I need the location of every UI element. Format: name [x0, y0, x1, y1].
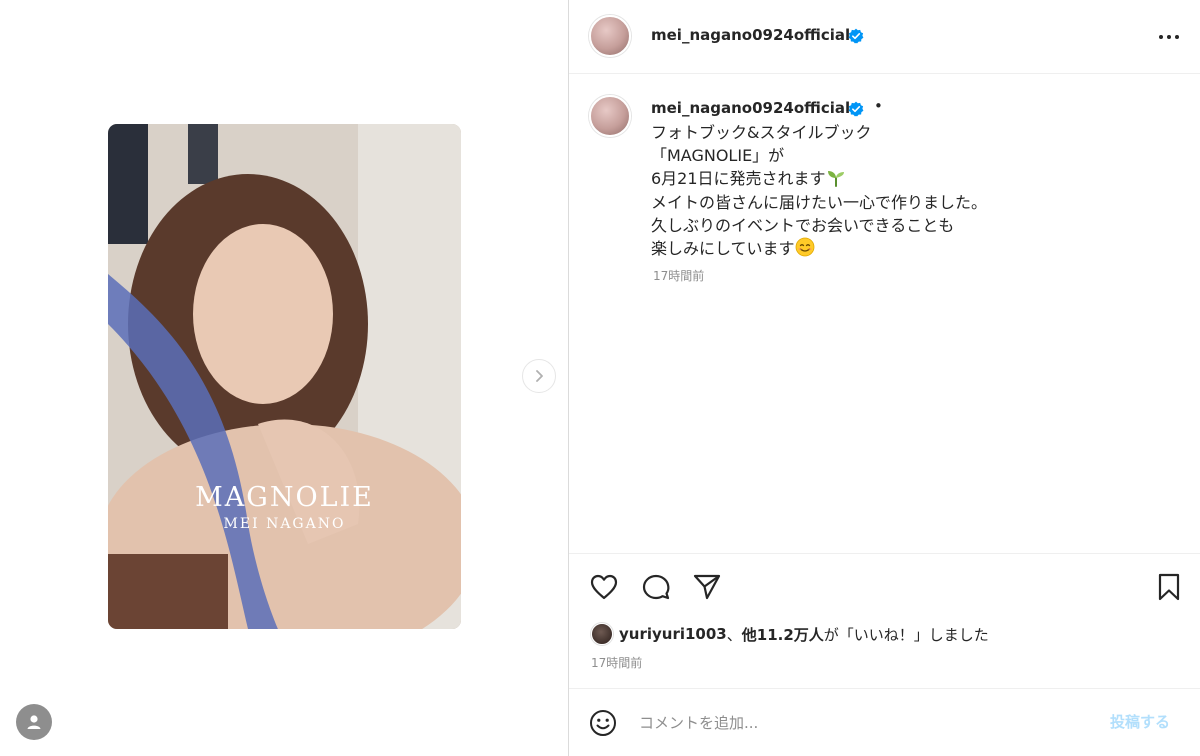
- more-options-button[interactable]: [1154, 22, 1184, 52]
- likes-summary: yuriyuri1003 、 他11.2万人 が「いいね！」しました: [591, 622, 989, 646]
- likes-count-link[interactable]: 他11.2万人: [742, 624, 824, 645]
- liker-avatar[interactable]: [591, 623, 613, 645]
- chevron-right-icon: [536, 370, 543, 382]
- likes-suffix: が「いいね！」しました: [823, 625, 989, 644]
- post-header: mei_nagano0924official: [569, 0, 1200, 74]
- like-button[interactable]: [588, 571, 620, 603]
- profile-button[interactable]: [16, 704, 52, 740]
- cover-title: MAGNOLIE: [195, 482, 374, 513]
- comment-icon: [642, 574, 670, 600]
- liker-username[interactable]: yuriyuri1003: [619, 625, 727, 643]
- action-bar: [569, 555, 1200, 615]
- verified-badge-icon: [848, 101, 864, 117]
- bookmark-icon: [1158, 573, 1180, 601]
- emoji-picker-button[interactable]: [587, 707, 619, 739]
- seedling-emoji-icon: [827, 171, 844, 188]
- comment-input[interactable]: [639, 709, 1059, 737]
- likes-separator: 、: [726, 625, 742, 644]
- smiling-face-emoji-icon: [795, 237, 814, 257]
- author-avatar[interactable]: [589, 15, 631, 57]
- caption-separator: •: [874, 97, 883, 115]
- media-pane: MAGNOLIE MEI NAGANO: [0, 0, 568, 756]
- cover-photo-art: [108, 124, 461, 629]
- post-timestamp[interactable]: 17時間前: [591, 654, 642, 671]
- paper-plane-icon: [693, 574, 721, 600]
- cover-subtitle: MEI NAGANO: [223, 516, 346, 532]
- caption-author-avatar[interactable]: [589, 95, 631, 137]
- caption-line-text: 6月21日に発売されます: [651, 169, 826, 189]
- caption-text: フォトブック&スタイルブック 「MAGNOLIE」が 6月21日に発売されます …: [651, 121, 1151, 260]
- heart-icon: [590, 574, 618, 600]
- comment-bar: 投稿する: [569, 688, 1200, 756]
- caption-line: 楽しみにしています: [651, 237, 1151, 260]
- caption-line: 6月21日に発売されます: [651, 167, 1151, 190]
- caption-line: メイトの皆さんに届けたい一心で作りました。: [651, 192, 988, 212]
- save-button[interactable]: [1153, 571, 1185, 603]
- caption-line: 久しぶりのイベントでお会いできることも: [651, 215, 955, 235]
- caption-username[interactable]: mei_nagano0924official: [651, 99, 850, 117]
- comment-button[interactable]: [640, 571, 672, 603]
- post-side-pane: mei_nagano0924official mei_nagano0924off…: [569, 0, 1200, 756]
- user-icon: [27, 715, 41, 729]
- verified-badge-icon: [848, 28, 864, 44]
- caption-line: フォトブック&スタイルブック: [651, 123, 872, 142]
- author-username[interactable]: mei_nagano0924official: [651, 26, 850, 44]
- actions-divider: [569, 553, 1200, 554]
- caption-timestamp: 17時間前: [653, 269, 705, 283]
- post-comment-button[interactable]: 投稿する: [1110, 711, 1170, 732]
- caption-line: 「MAGNOLIE」が: [651, 146, 785, 166]
- caption-area: mei_nagano0924official • フォトブック&スタイルブック …: [569, 75, 1200, 553]
- smiley-icon: [590, 710, 616, 736]
- more-horizontal-icon: [1159, 35, 1179, 39]
- caption-line-text: 楽しみにしています: [651, 239, 795, 259]
- next-photo-button[interactable]: [522, 359, 556, 393]
- post-photo[interactable]: MAGNOLIE MEI NAGANO: [108, 124, 461, 629]
- share-button[interactable]: [691, 571, 723, 603]
